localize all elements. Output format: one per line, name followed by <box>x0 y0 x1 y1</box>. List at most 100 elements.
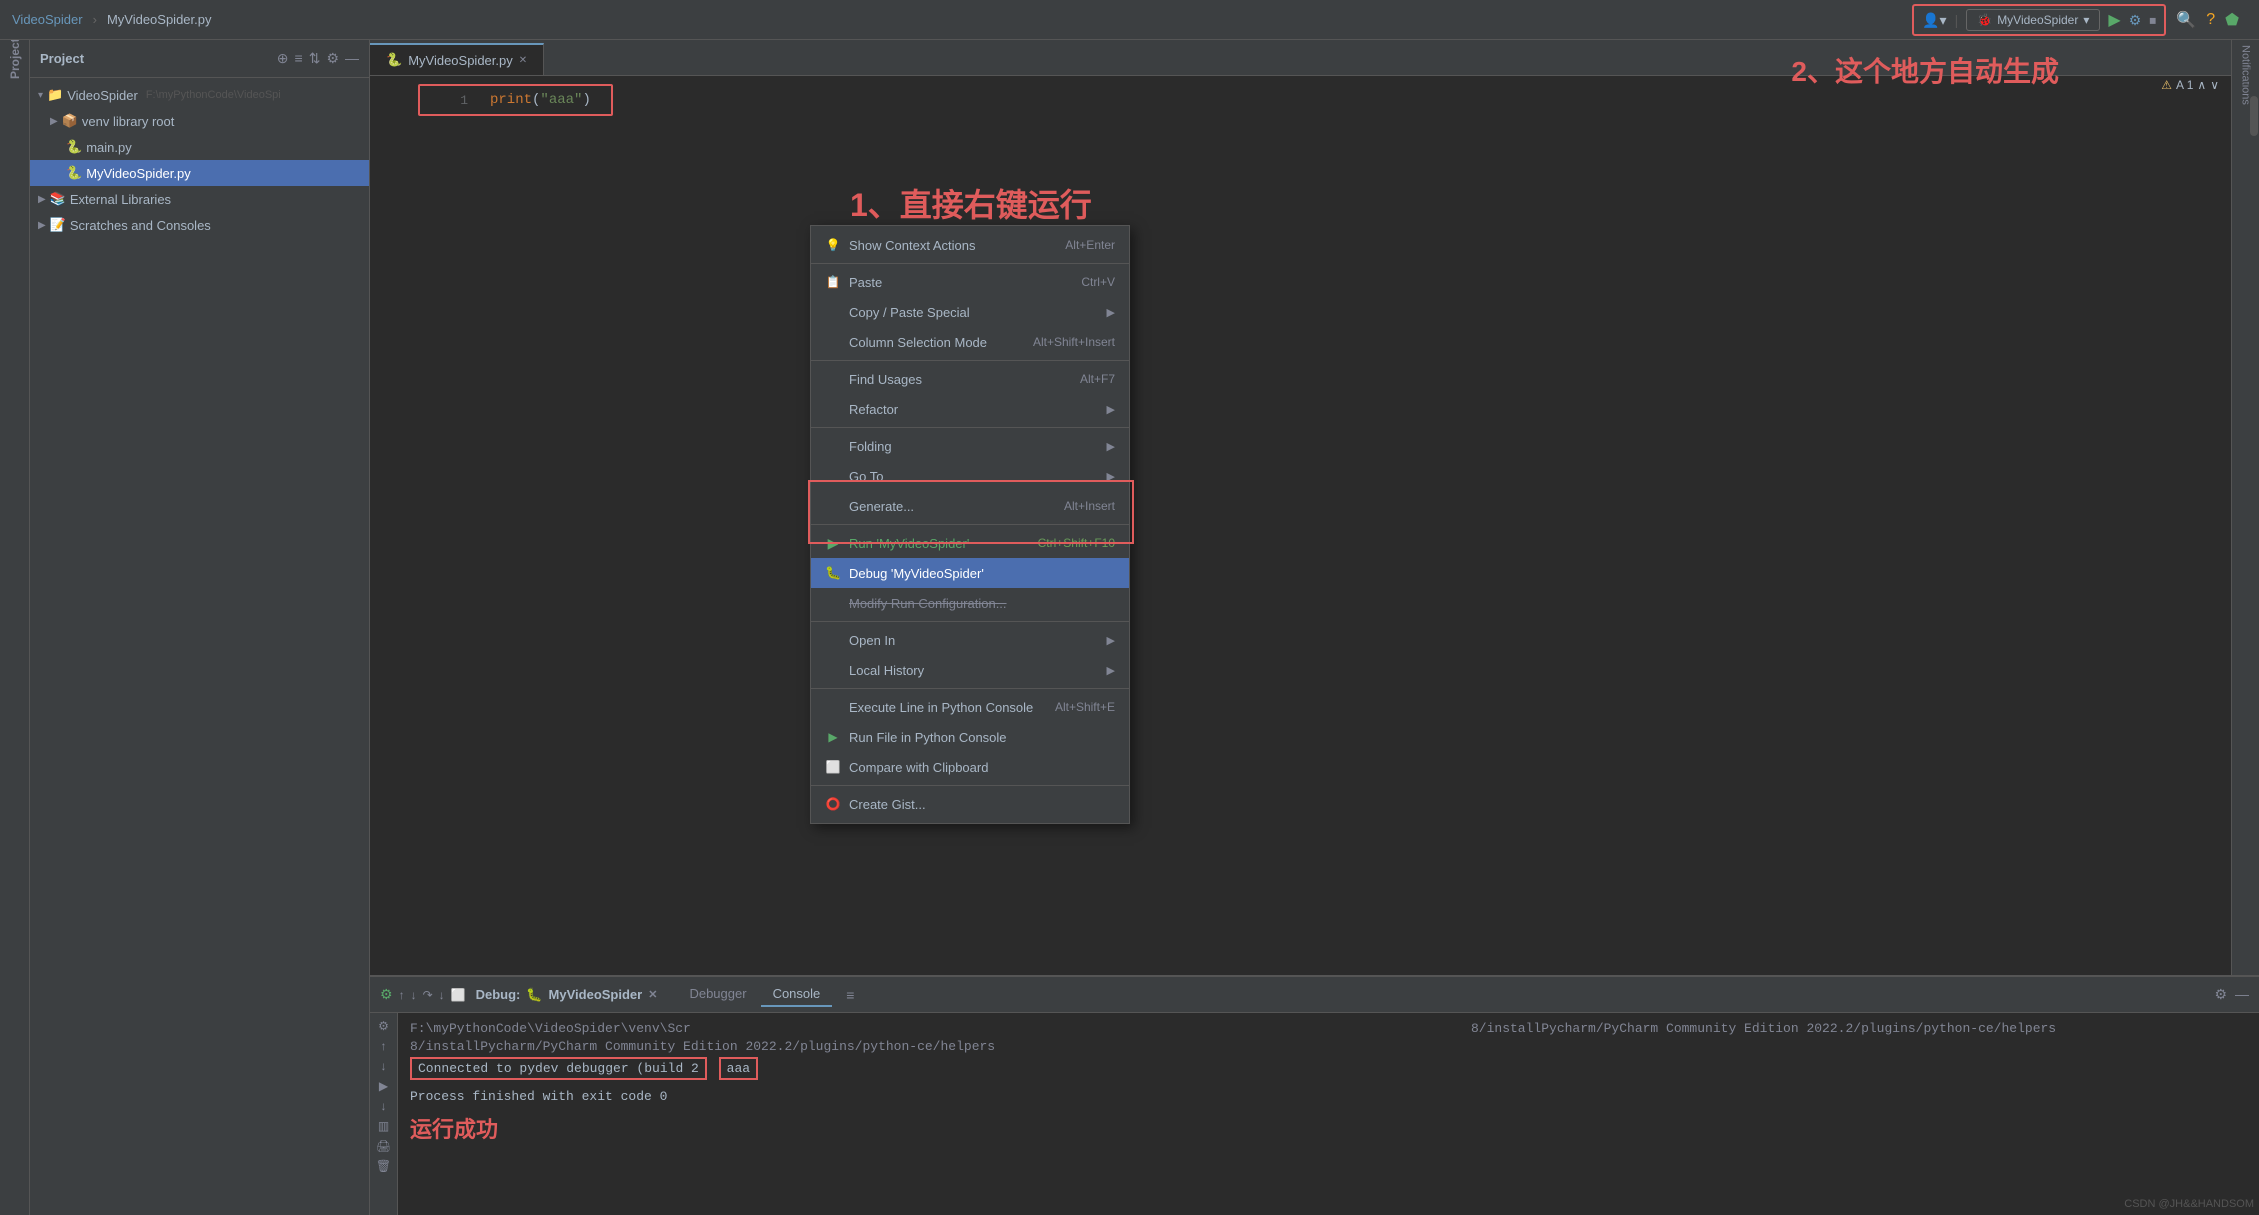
bottom-up-icon[interactable]: ↑ <box>399 988 405 1002</box>
bottom-resume-icon[interactable]: ⬜ <box>451 988 466 1002</box>
error-indicator: ⚠ A 1 ∧ ∨ <box>2161 78 2219 92</box>
tab-icon: 🐍 <box>386 52 402 68</box>
menu-item-label: Debug 'MyVideoSpider' <box>849 566 984 581</box>
settings-button[interactable]: ⬟ <box>2225 10 2239 30</box>
menu-item-refactor[interactable]: Refactor ▶ <box>811 394 1129 424</box>
tree-item-venv[interactable]: ▶ 📦 venv library root <box>30 108 369 134</box>
menu-shortcut: Alt+Shift+E <box>1055 700 1115 714</box>
gist-icon: ⭕ <box>825 797 841 811</box>
stop-button[interactable]: ⏹ <box>2149 12 2156 29</box>
menu-item-modify-run[interactable]: Modify Run Configuration... <box>811 588 1129 618</box>
tree-item-videospider[interactable]: ▾ 📁 VideoSpider F:\myPythonCode\VideoSpi <box>30 82 369 108</box>
bottom-step-into-icon[interactable]: ↓ <box>439 988 445 1002</box>
paren-close: ) <box>582 92 590 108</box>
title-bar-right: 👤▾ | 🐞 MyVideoSpider ▾ ▶ ⚙ ⏹ 🔍 ? ⬟ <box>1912 0 2239 40</box>
search-button[interactable]: 🔍 <box>2176 10 2196 30</box>
menu-item-run-file[interactable]: ▶ Run File in Python Console <box>811 722 1129 752</box>
menu-item-folding[interactable]: Folding ▶ <box>811 431 1129 461</box>
scrollbar-thumb[interactable] <box>2250 96 2258 136</box>
tree-item-scratches-label: Scratches and Consoles <box>70 218 211 233</box>
tree-item-ext-label: External Libraries <box>70 192 171 207</box>
bottom-strip-icon-4[interactable]: ▶ <box>379 1079 388 1093</box>
menu-item-run[interactable]: ▶ Run 'MyVideoSpider' Ctrl+Shift+F10 <box>811 528 1129 558</box>
settings-icon[interactable]: ⚙ <box>326 50 339 67</box>
line-number-1: 1 <box>430 93 480 108</box>
menu-item-left: Execute Line in Python Console <box>825 700 1033 715</box>
menu-item-generate[interactable]: Generate... Alt+Insert <box>811 491 1129 521</box>
tab-myvideospy[interactable]: 🐍 MyVideoSpider.py ✕ <box>370 43 544 75</box>
menu-item-execute-line[interactable]: Execute Line in Python Console Alt+Shift… <box>811 692 1129 722</box>
sidebar-item-project[interactable]: Project <box>1 45 29 73</box>
bottom-strip-icon-8[interactable]: 🗑 <box>376 1159 391 1173</box>
warning-icon: ⚠ <box>2161 78 2172 92</box>
minimize-icon[interactable]: — <box>2235 986 2249 1003</box>
menu-item-create-gist[interactable]: ⭕ Create Gist... <box>811 789 1129 819</box>
bottom-tabs: Debugger Console <box>677 982 832 1007</box>
menu-item-paste[interactable]: 📋 Paste Ctrl+V <box>811 267 1129 297</box>
menu-sep-7 <box>811 785 1129 786</box>
console-line-2: 8/installPycharm/PyCharm Community Editi… <box>410 1039 1447 1054</box>
user-icon[interactable]: 👤▾ <box>1922 12 1946 29</box>
bottom-down-icon[interactable]: ↓ <box>411 988 417 1002</box>
menu-shortcut: Alt+Insert <box>1064 499 1115 513</box>
chevron-down-icon[interactable]: ∨ <box>2210 78 2219 92</box>
tab-debugger[interactable]: Debugger <box>677 982 758 1007</box>
list-icon[interactable]: ≡ <box>295 50 303 67</box>
bottom-panel-icons: ⚙ — <box>2214 986 2249 1003</box>
help-button[interactable]: ? <box>2206 11 2215 29</box>
bottom-strip-icon-6[interactable]: ▥ <box>378 1119 389 1133</box>
bottom-strip-icon-2[interactable]: ↑ <box>381 1039 387 1053</box>
menu-item-left: Copy / Paste Special <box>825 305 970 320</box>
menu-item-compare[interactable]: ⬜ Compare with Clipboard <box>811 752 1129 782</box>
bottom-strip-icon-3[interactable]: ↓ <box>381 1059 387 1073</box>
tree-item-myvideospy[interactable]: 🐍 MyVideoSpider.py <box>30 160 369 186</box>
gear-icon-bottom[interactable]: ⚙ <box>2214 986 2227 1003</box>
bottom-step-over-icon[interactable]: ↷ <box>423 988 433 1002</box>
menu-item-copy-paste[interactable]: Copy / Paste Special ▶ <box>811 297 1129 327</box>
folder-icon-ext: 📚 <box>50 191 66 207</box>
debug-close-icon[interactable]: ✕ <box>648 988 657 1001</box>
menu-item-label: Column Selection Mode <box>849 335 987 350</box>
console-list-icon[interactable]: ≡ <box>846 987 854 1003</box>
menu-item-find-usages[interactable]: Find Usages Alt+F7 <box>811 364 1129 394</box>
bottom-settings-icon[interactable]: ⚙ <box>380 986 393 1003</box>
menu-item-label: Refactor <box>849 402 898 417</box>
menu-item-label: Modify Run Configuration... <box>849 596 1007 611</box>
dropdown-arrow: ▾ <box>2083 13 2089 27</box>
menu-item-left: ⬜ Compare with Clipboard <box>825 760 988 775</box>
menu-item-open-in[interactable]: Open In ▶ <box>811 625 1129 655</box>
menu-sep-3 <box>811 427 1129 428</box>
tree-item-mainpy-label: main.py <box>86 140 132 155</box>
bottom-strip-icon-7[interactable]: 🖨 <box>376 1139 391 1153</box>
tab-close-button[interactable]: ✕ <box>519 55 527 66</box>
tree-arrow: ▾ <box>38 90 43 101</box>
scrollbar-track[interactable] <box>2249 76 2259 975</box>
file-breadcrumb[interactable]: MyVideoSpider.py <box>107 12 212 27</box>
menu-item-local-history[interactable]: Local History ▶ <box>811 655 1129 685</box>
bottom-strip-icon-5[interactable]: ↓ <box>381 1099 387 1113</box>
menu-item-goto[interactable]: Go To ▶ <box>811 461 1129 491</box>
bottom-panel-title: Debug: 🐛 MyVideoSpider ✕ <box>476 987 658 1003</box>
menu-item-left: ⭕ Create Gist... <box>825 797 926 812</box>
tree-item-external[interactable]: ▶ 📚 External Libraries <box>30 186 369 212</box>
menu-item-column[interactable]: Column Selection Mode Alt+Shift+Insert <box>811 327 1129 357</box>
tree-item-scratches[interactable]: ▶ 📝 Scratches and Consoles <box>30 212 369 238</box>
run-button[interactable]: ▶ <box>2108 10 2120 30</box>
bottom-strip-icon-1[interactable]: ⚙ <box>378 1019 389 1033</box>
sync-icon[interactable]: ⊕ <box>277 50 289 67</box>
debug-button[interactable]: ⚙ <box>2129 12 2142 29</box>
success-text: 运行成功 <box>410 1112 1447 1144</box>
menu-item-show-context[interactable]: 💡 Show Context Actions Alt+Enter <box>811 230 1129 260</box>
project-breadcrumb[interactable]: VideoSpider <box>12 12 83 27</box>
tab-console[interactable]: Console <box>761 982 833 1007</box>
menu-item-left: Generate... <box>825 499 914 514</box>
menu-item-debug[interactable]: 🐛 Debug 'MyVideoSpider' <box>811 558 1129 588</box>
menu-item-label: Execute Line in Python Console <box>849 700 1033 715</box>
debug-icon-small: 🐛 <box>526 987 542 1003</box>
chevron-up-icon[interactable]: ∧ <box>2197 78 2206 92</box>
collapse-icon[interactable]: ⇅ <box>309 50 321 67</box>
console-line-5: Process finished with exit code 0 <box>410 1089 1447 1104</box>
more-icon[interactable]: — <box>345 50 359 67</box>
tree-item-mainpy[interactable]: 🐍 main.py <box>30 134 369 160</box>
run-config-button[interactable]: 🐞 MyVideoSpider ▾ <box>1966 9 2100 31</box>
